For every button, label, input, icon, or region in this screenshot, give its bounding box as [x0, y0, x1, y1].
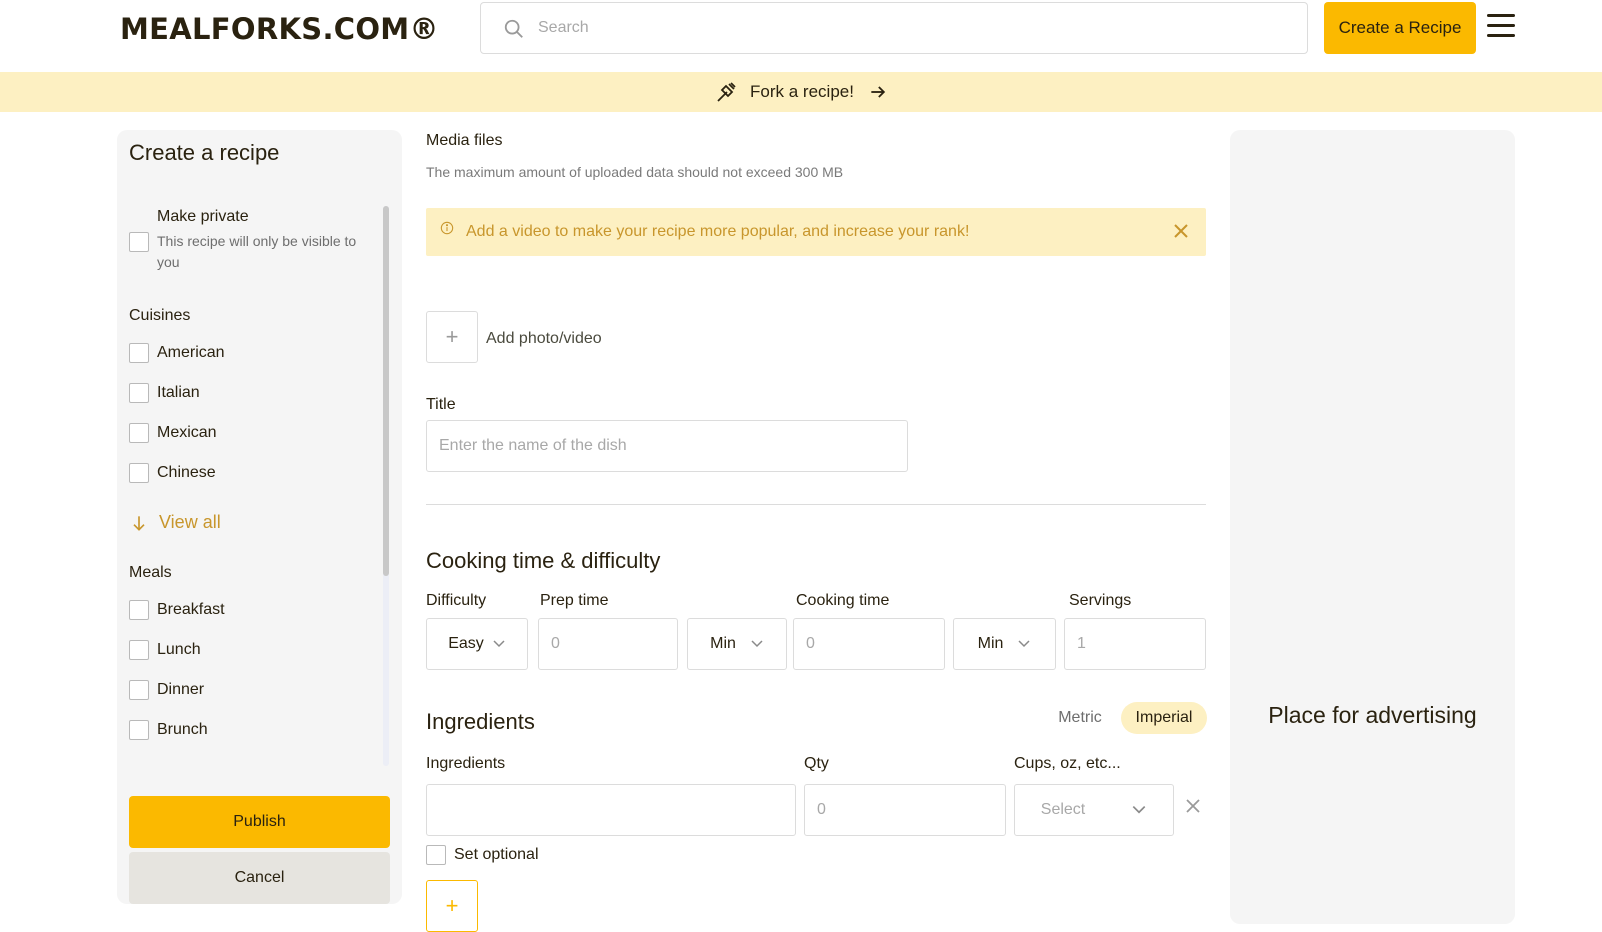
media-files-title: Media files — [426, 132, 503, 149]
unit-toggle-imperial[interactable]: Imperial — [1121, 702, 1207, 734]
search-icon — [504, 19, 523, 38]
checkbox-lunch[interactable] — [129, 640, 149, 660]
cook-unit-value: Min — [977, 635, 1004, 652]
info-icon — [440, 221, 454, 235]
remove-ingredient-icon[interactable] — [1185, 798, 1201, 814]
advertising-panel: Place for advertising — [1230, 130, 1515, 924]
qty-column-label: Qty — [804, 755, 829, 772]
create-recipe-button[interactable]: Create a Recipe — [1324, 2, 1476, 54]
cuisine-italian[interactable]: Italian — [157, 384, 200, 402]
hamburger-menu-icon[interactable] — [1487, 14, 1515, 38]
servings-input[interactable]: 1 — [1064, 618, 1206, 670]
set-optional-checkbox[interactable] — [426, 845, 446, 865]
ingredients-heading: Ingredients — [426, 709, 535, 734]
checkbox-brunch[interactable] — [129, 720, 149, 740]
cooking-time-placeholder: 0 — [806, 635, 815, 652]
view-all-link[interactable]: View all — [129, 512, 221, 533]
arrow-down-icon — [133, 515, 145, 531]
media-limit-text: The maximum amount of uploaded data shou… — [426, 164, 844, 180]
fork-banner[interactable]: Fork a recipe! — [0, 72, 1602, 112]
scrollbar-thumb[interactable] — [383, 206, 389, 576]
logo[interactable]: MEALFORKS.COM® — [120, 12, 439, 46]
prep-unit-value: Min — [710, 635, 736, 652]
unit-toggle-metric[interactable]: Metric — [1040, 702, 1120, 734]
chevron-down-icon — [1132, 805, 1146, 814]
plus-icon: + — [445, 893, 459, 918]
header: MEALFORKS.COM® Search Create a Recipe — [0, 0, 1602, 72]
make-private-label: Make private — [157, 208, 249, 225]
checkbox-chinese[interactable] — [129, 463, 149, 483]
plus-icon: + — [445, 324, 459, 349]
checkbox-italian[interactable] — [129, 383, 149, 403]
make-private-description: This recipe will only be visible to you — [157, 233, 357, 270]
checkbox-mexican[interactable] — [129, 423, 149, 443]
meal-brunch[interactable]: Brunch — [157, 721, 208, 739]
chevron-down-icon — [1018, 640, 1030, 648]
servings-label: Servings — [1069, 592, 1132, 609]
difficulty-label: Difficulty — [426, 592, 487, 609]
servings-placeholder: 1 — [1077, 635, 1086, 652]
cooking-time-input[interactable]: 0 — [793, 618, 945, 670]
arrow-right-icon — [871, 86, 886, 98]
chevron-down-icon — [493, 640, 505, 648]
prep-unit-select[interactable]: Min — [687, 618, 787, 670]
close-icon[interactable] — [1172, 222, 1190, 240]
ingredient-input[interactable] — [426, 784, 796, 836]
add-ingredient-button[interactable]: + — [426, 880, 478, 932]
video-alert: Add a video to make your recipe more pop… — [426, 208, 1206, 256]
qty-placeholder: 0 — [817, 801, 826, 818]
checkbox-breakfast[interactable] — [129, 600, 149, 620]
advertising-text: Place for advertising — [1268, 702, 1477, 728]
alert-text: Add a video to make your recipe more pop… — [466, 223, 970, 240]
unit-column-label: Cups, oz, etc... — [1014, 755, 1121, 772]
unit-select[interactable]: Select — [1014, 784, 1174, 836]
checkbox-american[interactable] — [129, 343, 149, 363]
cooking-time-label: Cooking time — [796, 592, 890, 609]
search-placeholder: Search — [538, 19, 589, 36]
difficulty-select[interactable]: Easy — [426, 618, 528, 670]
banner-text: Fork a recipe! — [750, 82, 854, 101]
prep-time-label: Prep time — [540, 592, 609, 609]
meal-dinner[interactable]: Dinner — [157, 681, 204, 699]
checkbox-dinner[interactable] — [129, 680, 149, 700]
prep-time-input[interactable]: 0 — [538, 618, 678, 670]
cancel-button[interactable]: Cancel — [129, 852, 390, 904]
title-placeholder: Enter the name of the dish — [439, 437, 627, 454]
add-photo-button[interactable]: + — [426, 311, 478, 363]
cuisine-chinese[interactable]: Chinese — [157, 464, 216, 482]
meal-lunch[interactable]: Lunch — [157, 641, 201, 659]
sidebar-title: Create a recipe — [129, 140, 280, 165]
unit-placeholder: Select — [1040, 801, 1086, 818]
cook-unit-select[interactable]: Min — [953, 618, 1056, 670]
cuisine-mexican[interactable]: Mexican — [157, 424, 217, 442]
cuisines-title: Cuisines — [129, 307, 191, 324]
title-input[interactable]: Enter the name of the dish — [426, 420, 908, 472]
cooking-heading: Cooking time & difficulty — [426, 548, 661, 573]
fork-icon — [717, 82, 736, 102]
meals-title: Meals — [129, 564, 172, 581]
prep-time-placeholder: 0 — [551, 635, 560, 652]
recipe-form: Media files The maximum amount of upload… — [426, 112, 1207, 932]
make-private-checkbox[interactable] — [129, 232, 149, 252]
search-input[interactable]: Search — [480, 2, 1308, 54]
ingredients-column-label: Ingredients — [426, 755, 506, 772]
title-label: Title — [426, 396, 456, 413]
meal-breakfast[interactable]: Breakfast — [157, 601, 225, 619]
view-all-label: View all — [159, 512, 221, 532]
chevron-down-icon — [751, 640, 763, 648]
set-optional-label[interactable]: Set optional — [454, 846, 539, 864]
qty-input[interactable]: 0 — [804, 784, 1006, 836]
difficulty-value: Easy — [448, 635, 484, 652]
sidebar: Create a recipe Make private This recipe… — [117, 130, 402, 904]
publish-button[interactable]: Publish — [129, 796, 390, 848]
add-photo-label[interactable]: Add photo/video — [486, 330, 602, 348]
divider — [426, 504, 1206, 505]
cuisine-american[interactable]: American — [157, 344, 225, 362]
